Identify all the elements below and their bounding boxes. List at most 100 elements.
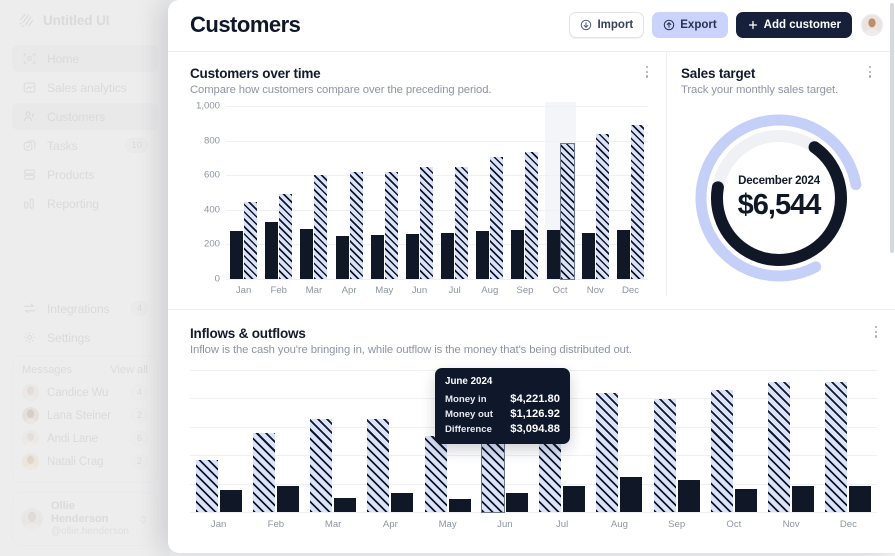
bar-current[interactable] <box>595 133 609 279</box>
bar-money-in[interactable] <box>310 419 333 512</box>
bar-previous[interactable] <box>441 233 455 279</box>
bar-current[interactable] <box>314 174 328 279</box>
bar-current[interactable] <box>630 125 644 279</box>
bar-current[interactable] <box>419 167 433 279</box>
bar-previous[interactable] <box>370 235 384 279</box>
bar-previous[interactable] <box>581 233 595 279</box>
bar-money-in[interactable] <box>424 436 447 512</box>
bar-current[interactable] <box>349 172 363 279</box>
bar-money-out[interactable] <box>563 485 586 512</box>
bar-current[interactable] <box>490 157 504 279</box>
sidebar-item-home[interactable]: Home <box>12 45 158 72</box>
bar-money-out[interactable] <box>620 476 643 512</box>
bar-previous[interactable] <box>476 231 490 279</box>
list-item[interactable]: Andi Lane 6 <box>22 427 148 450</box>
import-button[interactable]: Import <box>569 12 645 38</box>
bar-money-in[interactable] <box>195 459 218 512</box>
list-item-label: Andi Lane <box>47 432 98 445</box>
bar-group[interactable] <box>332 106 367 279</box>
bar-money-out[interactable] <box>677 479 700 512</box>
user-account-box[interactable]: Ollie Henderson @ollie.henderson <box>12 492 158 546</box>
bar-group[interactable] <box>591 370 648 512</box>
sidebar-item-tasks[interactable]: Tasks 10 <box>12 132 158 159</box>
bar-group[interactable] <box>226 106 261 279</box>
bar-money-out[interactable] <box>276 486 299 512</box>
export-button[interactable]: Export <box>652 12 728 38</box>
list-item[interactable]: Candice Wu 4 <box>22 381 148 404</box>
bar-group[interactable] <box>305 370 362 512</box>
sidebar-item-reporting[interactable]: Reporting <box>12 190 158 217</box>
sidebar-nav-bottom: Integrations 4 Settings <box>12 295 158 351</box>
bar-group[interactable] <box>362 370 419 512</box>
bar-group[interactable] <box>402 106 437 279</box>
bar-group[interactable] <box>472 106 507 279</box>
bar-group[interactable] <box>578 106 613 279</box>
more-options-icon[interactable] <box>863 66 877 82</box>
bar-money-out[interactable] <box>505 492 528 512</box>
more-options-icon[interactable] <box>869 326 883 342</box>
bar-group[interactable] <box>820 370 877 512</box>
bar-money-in[interactable] <box>710 390 733 512</box>
brand[interactable]: Untitled UI <box>12 0 158 45</box>
bar-money-in[interactable] <box>596 393 619 512</box>
bar-group[interactable] <box>613 106 648 279</box>
sidebar-item-integrations[interactable]: Integrations 4 <box>12 295 158 322</box>
bar-group[interactable] <box>705 370 762 512</box>
bar-money-in[interactable] <box>252 433 275 512</box>
avatar <box>22 453 39 470</box>
avatar[interactable] <box>861 14 883 36</box>
bar-money-in[interactable] <box>768 382 791 512</box>
bar-previous[interactable] <box>335 235 349 279</box>
bar-current[interactable] <box>244 201 258 279</box>
bar-money-out[interactable] <box>849 485 872 512</box>
list-item[interactable]: Lana Steiner 2 <box>22 404 148 427</box>
bar-group[interactable] <box>296 106 331 279</box>
bar-money-out[interactable] <box>219 490 242 512</box>
bar-group[interactable] <box>763 370 820 512</box>
tooltip-key: Difference <box>445 424 492 435</box>
bar-group[interactable] <box>437 106 472 279</box>
bar-current[interactable] <box>279 194 293 279</box>
bar-group[interactable] <box>543 102 578 280</box>
bar-previous[interactable] <box>265 221 279 279</box>
bar-money-out[interactable] <box>734 488 757 512</box>
chevron-updown-icon[interactable] <box>138 514 149 525</box>
bar-current[interactable] <box>559 143 575 280</box>
vertical-scrollbar[interactable] <box>890 3 894 253</box>
bar-money-in[interactable] <box>825 382 848 512</box>
sidebar-item-settings[interactable]: Settings <box>12 324 158 351</box>
bar-group[interactable] <box>190 370 247 512</box>
bar-money-out[interactable] <box>448 498 471 512</box>
list-item[interactable]: Natali Crag 2 <box>22 450 148 473</box>
bar-previous[interactable] <box>230 231 244 279</box>
list-item-badge: 2 <box>130 454 148 469</box>
add-customer-button[interactable]: Add customer <box>735 12 852 38</box>
page-header: Customers Import Export Add customer <box>168 0 895 42</box>
bar-money-in[interactable] <box>653 399 676 512</box>
bar-group[interactable] <box>261 106 296 279</box>
bar-money-out[interactable] <box>391 492 414 512</box>
bar-previous[interactable] <box>546 229 560 279</box>
bar-current[interactable] <box>455 166 469 279</box>
bar-previous[interactable] <box>300 228 314 279</box>
more-options-icon[interactable] <box>640 66 654 82</box>
bar-group[interactable] <box>367 106 402 279</box>
sidebar-item-customers[interactable]: Customers <box>12 103 158 130</box>
x-axis-tick: Jan <box>235 285 252 296</box>
sidebar-item-sales-analytics[interactable]: Sales analytics <box>12 74 158 101</box>
bar-previous[interactable] <box>405 234 419 279</box>
bar-current[interactable] <box>384 171 398 279</box>
bar-money-out[interactable] <box>792 485 815 512</box>
bar-previous[interactable] <box>616 229 630 279</box>
bar-group[interactable] <box>507 106 542 279</box>
bar-money-in[interactable] <box>367 419 390 512</box>
bar-money-out[interactable] <box>334 498 357 512</box>
bar-current[interactable] <box>525 151 539 279</box>
bar-previous[interactable] <box>511 229 525 279</box>
x-axis-tick: Jun <box>411 285 428 296</box>
bar-group[interactable] <box>247 370 304 512</box>
sidebar-item-products[interactable]: Products <box>12 161 158 188</box>
messages-view-all-link[interactable]: View all <box>110 364 148 376</box>
bar-group[interactable] <box>648 370 705 512</box>
upload-circle-icon <box>663 19 675 31</box>
